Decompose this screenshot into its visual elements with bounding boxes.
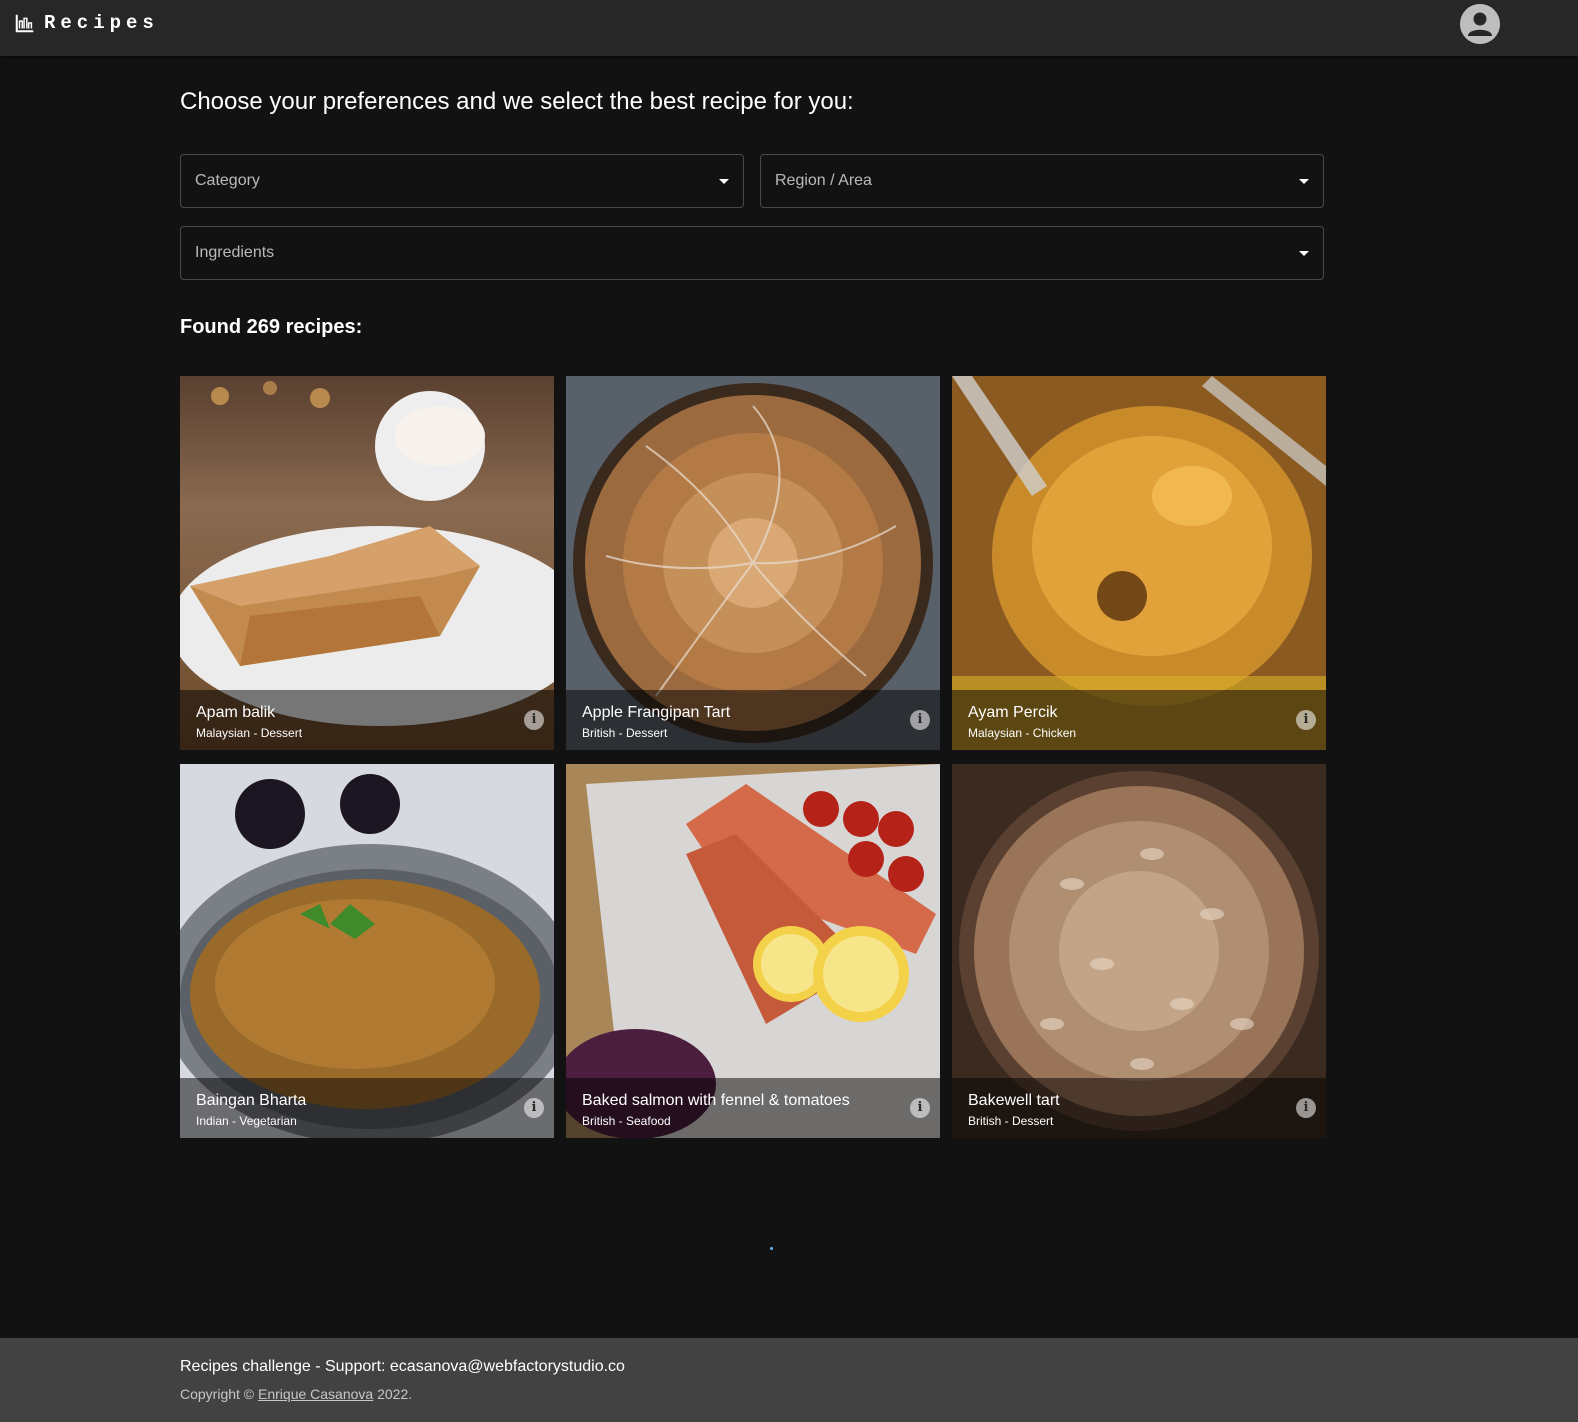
category-label: Category bbox=[195, 172, 260, 189]
recipe-title: Baked salmon with fennel & tomatoes bbox=[582, 1092, 850, 1109]
app-title: Recipes bbox=[44, 12, 159, 34]
recipe-title: Apam balik bbox=[196, 704, 276, 721]
region-label: Region / Area bbox=[775, 172, 872, 189]
page-headline: Choose your preferences and we select th… bbox=[180, 88, 854, 115]
loading-indicator bbox=[770, 1247, 773, 1250]
results-count: Found 269 recipes: bbox=[180, 316, 363, 338]
card-caption: Ayam Percik Malaysian - Chicken i bbox=[952, 690, 1326, 750]
footer-copyright: Copyright © Enrique Casanova 2022. bbox=[180, 1386, 412, 1402]
info-icon[interactable]: i bbox=[1296, 1098, 1316, 1118]
account-circle-icon bbox=[1460, 4, 1500, 44]
dropdown-arrow-icon bbox=[1299, 179, 1309, 184]
recipe-card[interactable]: Baked salmon with fennel & tomatoes Brit… bbox=[566, 764, 940, 1138]
recipe-subtitle: British - Seafood bbox=[582, 1114, 671, 1128]
chart-icon bbox=[15, 14, 34, 33]
info-icon[interactable]: i bbox=[524, 710, 544, 730]
recipe-title: Apple Frangipan Tart bbox=[582, 704, 731, 721]
author-link[interactable]: Enrique Casanova bbox=[258, 1386, 373, 1402]
copyright-prefix: Copyright © bbox=[180, 1386, 255, 1402]
footer-support-text: Recipes challenge - Support: ecasanova@w… bbox=[180, 1358, 625, 1375]
recipe-subtitle: Malaysian - Chicken bbox=[968, 726, 1077, 740]
recipe-card[interactable]: Apple Frangipan Tart British - Dessert i bbox=[566, 376, 940, 750]
card-caption: Bakewell tart British - Dessert i bbox=[952, 1078, 1326, 1138]
recipe-subtitle: British - Dessert bbox=[582, 726, 668, 740]
recipe-card[interactable]: Baingan Bharta Indian - Vegetarian i bbox=[180, 764, 554, 1138]
footer: Recipes challenge - Support: ecasanova@w… bbox=[0, 1338, 1578, 1422]
ingredients-select[interactable]: Ingredients bbox=[180, 226, 1324, 280]
dropdown-arrow-icon bbox=[1299, 251, 1309, 256]
ingredients-label: Ingredients bbox=[195, 244, 275, 261]
card-caption: Apple Frangipan Tart British - Dessert i bbox=[566, 690, 940, 750]
recipe-card[interactable]: Ayam Percik Malaysian - Chicken i bbox=[952, 376, 1326, 750]
region-select[interactable]: Region / Area bbox=[760, 154, 1324, 208]
recipe-subtitle: Indian - Vegetarian bbox=[196, 1114, 297, 1128]
account-button[interactable] bbox=[1460, 4, 1500, 44]
card-caption: Baked salmon with fennel & tomatoes Brit… bbox=[566, 1078, 940, 1138]
app-bar: Recipes bbox=[0, 0, 1578, 56]
info-icon[interactable]: i bbox=[524, 1098, 544, 1118]
recipe-title: Baingan Bharta bbox=[196, 1092, 307, 1109]
card-caption: Apam balik Malaysian - Dessert i bbox=[180, 690, 554, 750]
info-icon[interactable]: i bbox=[1296, 710, 1316, 730]
recipe-subtitle: Malaysian - Dessert bbox=[196, 726, 303, 740]
recipe-subtitle: British - Dessert bbox=[968, 1114, 1054, 1128]
info-icon[interactable]: i bbox=[910, 1098, 930, 1118]
recipe-card[interactable]: Apam balik Malaysian - Dessert i bbox=[180, 376, 554, 750]
recipe-title: Bakewell tart bbox=[968, 1092, 1060, 1109]
info-icon[interactable]: i bbox=[910, 710, 930, 730]
brand[interactable]: Recipes bbox=[14, 12, 159, 34]
recipe-title: Ayam Percik bbox=[968, 704, 1058, 721]
dropdown-arrow-icon bbox=[719, 179, 729, 184]
card-caption: Baingan Bharta Indian - Vegetarian i bbox=[180, 1078, 554, 1138]
category-select[interactable]: Category bbox=[180, 154, 744, 208]
recipe-card[interactable]: Bakewell tart British - Dessert i bbox=[952, 764, 1326, 1138]
copyright-year: 2022. bbox=[377, 1386, 413, 1402]
